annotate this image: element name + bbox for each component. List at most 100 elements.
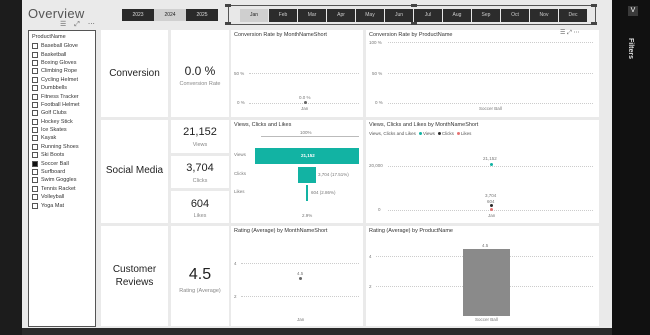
checkbox[interactable] <box>32 160 38 167</box>
data-point[interactable] <box>299 277 302 280</box>
filter-icon[interactable]: ☰ <box>60 21 66 28</box>
data-point[interactable] <box>304 101 307 104</box>
slicer-item-label: Golf Clubs <box>41 110 67 117</box>
month-sep-button[interactable]: Sep <box>472 9 500 22</box>
focus-mode-icon[interactable]: ⤢ <box>74 21 80 28</box>
funnel-visual[interactable]: Views, Clicks and Likes 100% Views Click… <box>231 120 363 223</box>
checkbox[interactable] <box>32 85 38 92</box>
checkbox[interactable] <box>32 177 38 184</box>
slicer-header: ProductName <box>32 34 66 40</box>
checkbox[interactable] <box>32 194 38 201</box>
slicer-item[interactable]: Dumbbells <box>32 84 92 92</box>
checkbox[interactable] <box>32 135 38 142</box>
checkbox[interactable] <box>32 202 38 209</box>
slicer-item[interactable]: Baseball Glove <box>32 42 92 50</box>
slicer-item[interactable]: Basketball <box>32 50 92 58</box>
checkbox[interactable] <box>32 143 38 150</box>
y-tick: 4 <box>369 254 372 259</box>
slicer-item[interactable]: Yoga Mat <box>32 201 92 209</box>
resize-handle[interactable] <box>591 4 597 7</box>
year-2023-button[interactable]: 2023 <box>122 9 154 21</box>
month-feb-button[interactable]: Feb <box>269 9 297 22</box>
slicer-item[interactable]: Cycling Helmet <box>32 76 92 84</box>
month-jul-button[interactable]: Jul <box>414 9 442 22</box>
slicer-item[interactable]: Kayak <box>32 134 92 142</box>
visual-title: Views, Clicks and Likes <box>234 122 292 128</box>
filter-icon[interactable]: ☰ <box>560 30 565 36</box>
rating-month-visual[interactable]: Rating (Average) by MonthNameShort 4 2 4… <box>231 226 363 326</box>
month-nov-button[interactable]: Nov <box>530 9 558 22</box>
month-mar-button[interactable]: Mar <box>298 9 326 22</box>
checkbox[interactable] <box>32 51 38 58</box>
checkbox[interactable] <box>32 93 38 100</box>
month-apr-button[interactable]: Apr <box>327 9 355 22</box>
month-jun-button[interactable]: Jun <box>385 9 413 22</box>
slicer-item-label: Hockey Stick <box>41 118 73 125</box>
funnel-value-label: 21,152 <box>301 153 315 158</box>
year-2024-button[interactable]: 2024 <box>154 9 186 21</box>
checkbox[interactable] <box>32 118 38 125</box>
slicer-item[interactable]: Hockey Stick <box>32 118 92 126</box>
slicer-item[interactable]: Fitness Tracker <box>32 92 92 100</box>
funnel-bar[interactable] <box>297 167 317 183</box>
more-options-icon[interactable]: ⋯ <box>88 21 95 28</box>
rating-product-visual[interactable]: Rating (Average) by ProductName 4 2 4.5 … <box>366 226 599 326</box>
vcl-month-visual[interactable]: Views, Clicks and Likes by MonthNameShor… <box>366 120 599 223</box>
slicer-item[interactable]: Climbing Rope <box>32 67 92 75</box>
resize-handle[interactable] <box>411 4 417 7</box>
slicer-item-label: Dumbbells <box>41 85 67 92</box>
slicer-item-label: Ski Boots <box>41 152 65 159</box>
checkbox[interactable] <box>32 110 38 117</box>
month-dec-button[interactable]: Dec <box>559 9 587 22</box>
clicks-point[interactable] <box>490 204 493 207</box>
checkbox[interactable] <box>32 68 38 75</box>
product-slicer: ProductName Baseball Glove Basketball Boxi… <box>28 30 96 327</box>
slicer-item[interactable]: Ice Skates <box>32 126 92 134</box>
checkbox[interactable] <box>32 101 38 108</box>
year-2025-button[interactable]: 2025 <box>186 9 218 21</box>
resize-handle[interactable] <box>411 22 417 25</box>
slicer-item[interactable]: Volleyball <box>32 193 92 201</box>
views-point[interactable] <box>490 163 493 166</box>
slicer-item[interactable]: Soccer Ball <box>32 159 92 167</box>
conv-month-visual[interactable]: Conversion Rate by MonthNameShort 50 % 0… <box>231 30 363 117</box>
conv-product-visual[interactable]: Conversion Rate by ProductName 100 % 50 … <box>366 30 599 117</box>
funnel-bar[interactable] <box>305 185 309 201</box>
checkbox[interactable] <box>32 185 38 192</box>
gridline <box>388 42 593 43</box>
likes-kpi-card: 604 Likes <box>171 191 229 223</box>
likes-point[interactable] <box>490 208 493 211</box>
month-oct-button[interactable]: Oct <box>501 9 529 22</box>
collapse-icon[interactable]: V <box>628 6 638 16</box>
month-aug-button[interactable]: Aug <box>443 9 471 22</box>
resize-handle[interactable] <box>591 22 597 25</box>
focus-mode-icon[interactable]: ⤢ <box>567 30 572 36</box>
slicer-item[interactable]: Ski Boots <box>32 151 92 159</box>
visual-title: Views, Clicks and Likes by MonthNameShor… <box>369 122 479 128</box>
legend-item[interactable]: Likes <box>461 131 472 136</box>
slicer-item[interactable]: Football Helmet <box>32 101 92 109</box>
slicer-item[interactable]: Swim Goggles <box>32 176 92 184</box>
filters-pane-label[interactable]: Filters <box>627 38 634 59</box>
checkbox[interactable] <box>32 127 38 134</box>
slicer-item[interactable]: Boxing Gloves <box>32 59 92 67</box>
month-jan-button[interactable]: Jan <box>240 9 268 22</box>
checkbox[interactable] <box>32 43 38 50</box>
slicer-item[interactable]: Surfboard <box>32 168 92 176</box>
checkbox[interactable] <box>32 169 38 176</box>
legend-item[interactable]: Clicks <box>442 131 454 136</box>
checkbox[interactable] <box>32 152 38 159</box>
more-options-icon[interactable]: ⋯ <box>574 30 580 36</box>
rating-bar[interactable] <box>463 248 510 316</box>
resize-handle[interactable] <box>225 22 231 25</box>
checkbox[interactable] <box>32 76 38 83</box>
checkbox[interactable] <box>32 59 38 66</box>
slicer-item[interactable]: Tennis Racket <box>32 185 92 193</box>
rating-label: Rating (Average) <box>179 288 221 294</box>
slicer-item[interactable]: Running Shoes <box>32 143 92 151</box>
month-may-button[interactable]: May <box>356 9 384 22</box>
resize-handle[interactable] <box>225 4 231 7</box>
clicks-kpi-card: 3,704 Clicks <box>171 156 229 188</box>
slicer-item[interactable]: Golf Clubs <box>32 109 92 117</box>
legend-item[interactable]: Views <box>423 131 435 136</box>
